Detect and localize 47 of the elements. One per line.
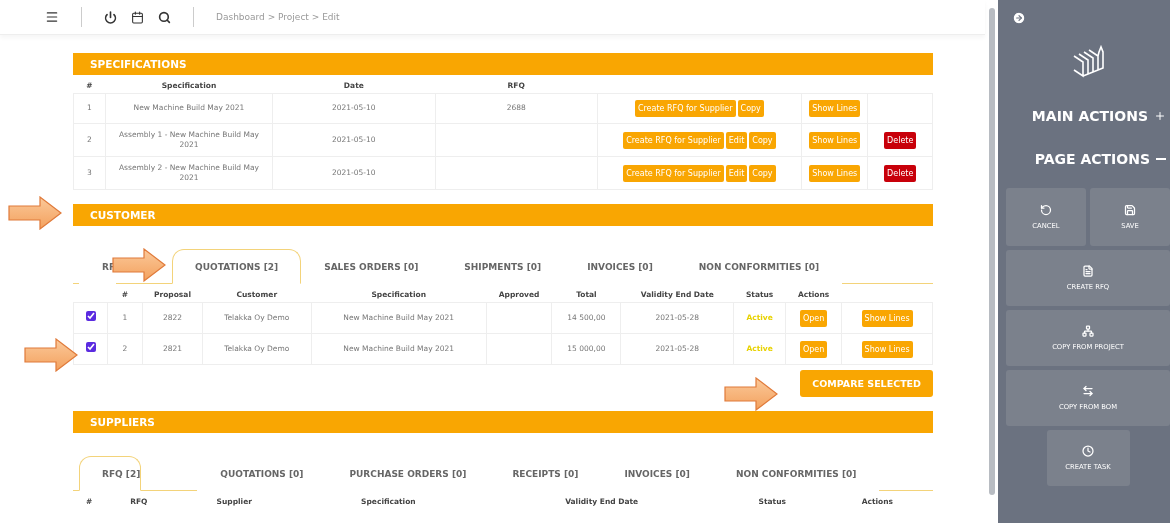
arrow-icon — [24, 338, 78, 372]
minus-icon — [1156, 157, 1166, 160]
open-button[interactable]: Open — [799, 340, 828, 358]
delete-button[interactable]: Delete — [884, 164, 917, 182]
show-lines-button[interactable]: Show Lines — [861, 309, 913, 327]
arrow-icon — [724, 377, 778, 411]
action-button[interactable]: Edit — [725, 131, 748, 149]
section-toggle[interactable]: PAGE ACTIONS — [998, 137, 1170, 180]
plus-icon — [1154, 109, 1166, 122]
scrollbar[interactable] — [988, 8, 995, 495]
section-header: SPECIFICATIONS — [73, 53, 933, 75]
menu-icon[interactable] — [45, 10, 59, 24]
tab[interactable]: RFQ [2] — [79, 456, 142, 491]
tab[interactable]: QUOTATIONS [2] — [172, 249, 302, 284]
undo-icon — [1040, 204, 1052, 216]
show-lines-button[interactable]: Show Lines — [809, 100, 861, 117]
action-button[interactable]: Edit — [725, 164, 748, 182]
section-header: CUSTOMER — [73, 204, 933, 226]
action-button[interactable]: Create RFQ for Supplier — [623, 131, 724, 149]
search-icon[interactable] — [158, 10, 171, 24]
file-icon — [1082, 265, 1094, 277]
action-button[interactable]: Create RFQ for Supplier — [623, 164, 724, 182]
action-button[interactable]: Copy — [737, 100, 764, 117]
arrow-icon — [8, 196, 62, 230]
action-button[interactable]: Copy — [749, 164, 776, 182]
action-button[interactable]: Create RFQ for Supplier — [634, 100, 736, 117]
row-checkbox[interactable] — [85, 342, 96, 353]
show-lines-button[interactable]: Show Lines — [809, 131, 861, 149]
section-toggle[interactable]: MAIN ACTIONS — [998, 94, 1170, 137]
section-header: SUPPLIERS — [73, 411, 933, 433]
save-icon — [1124, 204, 1136, 216]
row-checkbox[interactable] — [85, 311, 96, 322]
clock-icon — [1082, 445, 1094, 457]
delete-button[interactable]: Delete — [884, 131, 917, 149]
network-icon — [1082, 325, 1094, 337]
open-button[interactable]: Open — [799, 309, 828, 327]
show-lines-button[interactable]: Show Lines — [861, 340, 913, 358]
arrow-icon — [112, 248, 166, 282]
action-button[interactable]: Copy — [749, 131, 776, 149]
logo-icon — [1071, 44, 1107, 80]
power-icon[interactable] — [104, 10, 117, 24]
compare-selected-button[interactable]: COMPARE SELECTED — [800, 370, 933, 397]
breadcrumb: Dashboard > Project > Edit — [216, 12, 340, 22]
swap-icon — [1082, 385, 1094, 397]
calendar-icon[interactable] — [131, 10, 144, 24]
collapse-icon[interactable] — [1012, 11, 1026, 25]
show-lines-button[interactable]: Show Lines — [809, 164, 861, 182]
